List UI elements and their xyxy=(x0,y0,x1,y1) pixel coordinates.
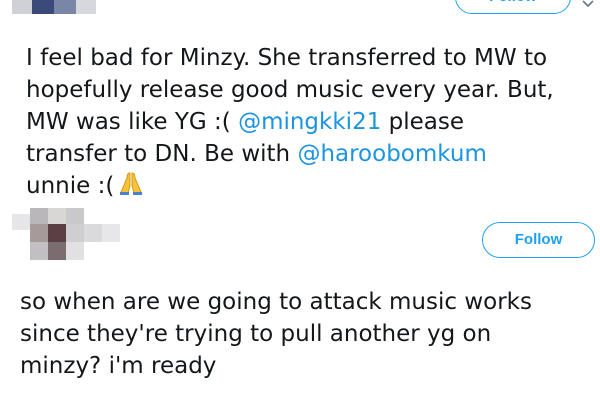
tweet-text-line: minzy? i'm ready xyxy=(20,353,217,379)
avatar-blurred[interactable] xyxy=(12,208,120,262)
tweet-text-line: since they're trying to pull another yg … xyxy=(20,321,492,347)
text-segment: MW was like YG :( xyxy=(26,109,239,135)
tweet-text-line: I feel bad for Minzy. She transferred to… xyxy=(26,45,548,71)
mention-link[interactable]: @haroobomkum xyxy=(297,141,486,167)
tweet-text-line: so when are we going to attack music wor… xyxy=(20,289,532,315)
tweet-text-line: unnie :( xyxy=(26,170,554,202)
chevron-down-icon[interactable] xyxy=(582,0,594,8)
avatar-blurred[interactable] xyxy=(12,0,112,18)
tweet-text: I feel bad for Minzy. She transferred to… xyxy=(26,42,554,202)
text-segment: unnie :( xyxy=(26,173,115,199)
follow-button[interactable]: Follow xyxy=(482,222,595,258)
mention-link[interactable]: @mingkki21 xyxy=(238,109,381,135)
tweet-text-line: MW was like YG :( @mingkki21 please xyxy=(26,106,554,138)
tweet-text-line: transfer to DN. Be with @haroobomkum xyxy=(26,138,554,170)
text-segment: transfer to DN. Be with xyxy=(26,141,298,167)
tweet-2: Follow so when are we going to attack mu… xyxy=(0,200,600,400)
tweet-1: Follow I feel bad for Minzy. She transfe… xyxy=(0,0,600,200)
tweet-text: so when are we going to attack music wor… xyxy=(20,286,532,382)
text-segment: please xyxy=(381,109,465,135)
tweet-text-line: hopefully release good music every year.… xyxy=(26,77,554,103)
follow-button[interactable]: Follow xyxy=(455,0,571,14)
folded-hands-emoji xyxy=(120,172,143,195)
